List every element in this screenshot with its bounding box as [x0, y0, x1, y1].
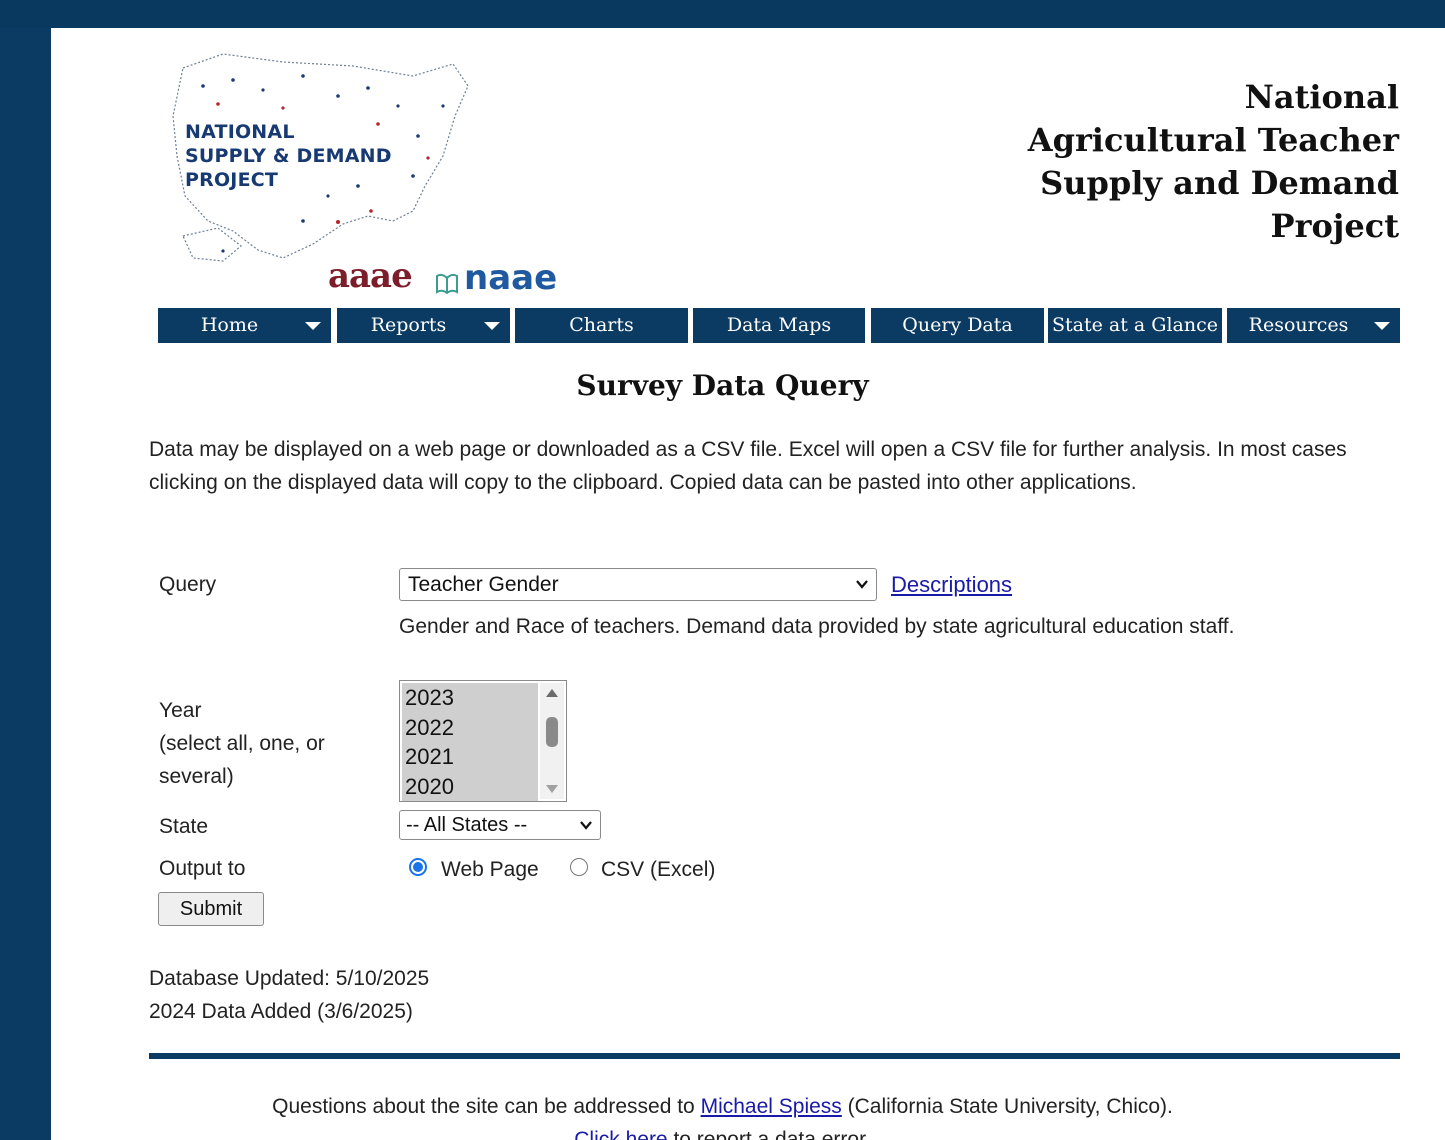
query-description: Gender and Race of teachers. Demand data…: [399, 615, 1235, 638]
site-title-line-4: Project: [1270, 207, 1399, 245]
chevron-down-icon: [305, 322, 321, 330]
submit-button[interactable]: Submit: [158, 892, 264, 926]
year-label: Year (select all, one, or several): [159, 694, 379, 793]
year-label-text: Year: [159, 699, 202, 722]
logo-line-3: PROJECT: [185, 169, 279, 191]
year-option[interactable]: 2023: [402, 683, 538, 713]
year-option[interactable]: 2020: [402, 771, 538, 801]
output-csv-radio[interactable]: [570, 858, 588, 876]
contact-link[interactable]: Michael Spiess: [701, 1095, 842, 1118]
page-container: NATIONAL SUPPLY & DEMAND PROJECT aaae na…: [51, 28, 1445, 1140]
report-suffix: to report a data error.: [667, 1128, 871, 1140]
chevron-down-icon: [580, 821, 592, 830]
footer-contact-line: Questions about the site can be addresse…: [51, 1090, 1445, 1123]
logo-line-1: NATIONAL: [185, 121, 295, 143]
query-select-value: Teacher Gender: [408, 573, 559, 596]
nav-item-state-at-a-glance[interactable]: State at a Glance: [1048, 308, 1222, 343]
page-title: Survey Data Query: [576, 369, 869, 402]
query-select[interactable]: Teacher Gender: [399, 568, 877, 601]
logo-line-2: SUPPLY & DEMAND: [185, 145, 392, 167]
database-updated: Database Updated: 5/10/2025: [149, 967, 430, 990]
footer-prefix: Questions about the site can be addresse…: [272, 1095, 701, 1118]
footer-divider: [149, 1053, 1400, 1059]
nav-item-charts[interactable]: Charts: [515, 308, 688, 343]
nav-item-home[interactable]: Home: [158, 308, 331, 343]
scroll-thumb[interactable]: [546, 717, 558, 747]
state-label: State: [159, 815, 209, 838]
nav-label: Resources: [1248, 314, 1349, 336]
nav-label: Data Maps: [726, 314, 832, 336]
top-banner: [0, 0, 1445, 28]
nav-label: Charts: [569, 314, 634, 336]
state-select[interactable]: -- All States --: [399, 810, 601, 840]
scroll-up-icon[interactable]: [546, 689, 558, 697]
year-options: 2023 2022 2021 2020: [402, 683, 538, 801]
chevron-down-icon: [856, 580, 868, 589]
site-title-line-3: Supply and Demand: [1040, 164, 1399, 202]
nav-item-query-data[interactable]: Query Data: [871, 308, 1044, 343]
descriptions-link[interactable]: Descriptions: [891, 568, 1012, 601]
nav-label: Reports: [370, 314, 447, 336]
aaae-logo: aaae: [328, 256, 413, 296]
site-title: National Agricultural Teacher Supply and…: [999, 76, 1399, 248]
state-select-value: -- All States --: [406, 814, 528, 836]
site-title-line-2: Agricultural Teacher: [1027, 121, 1399, 159]
output-label: Output to: [159, 857, 246, 880]
footer-report-line: Click here to report a data error.: [51, 1123, 1445, 1140]
data-added: 2024 Data Added (3/6/2025): [149, 1000, 413, 1023]
output-web-page-label[interactable]: Web Page: [441, 853, 539, 886]
site-title-line-1: National: [1244, 78, 1399, 116]
chevron-down-icon: [1374, 322, 1390, 330]
nav-item-reports[interactable]: Reports: [337, 308, 510, 343]
main-nav: Home Reports Charts Data Maps Query Data…: [158, 308, 1400, 343]
report-error-link[interactable]: Click here: [574, 1128, 667, 1140]
footer: Questions about the site can be addresse…: [51, 1090, 1445, 1140]
nav-label: State at a Glance: [1052, 314, 1218, 336]
logo-wordmark: NATIONAL SUPPLY & DEMAND PROJECT: [185, 120, 392, 192]
nav-item-data-maps[interactable]: Data Maps: [693, 308, 865, 343]
year-option[interactable]: 2021: [402, 742, 538, 772]
naae-book-icon: [436, 273, 458, 295]
year-option[interactable]: 2022: [402, 712, 538, 742]
year-listbox[interactable]: 2023 2022 2021 2020: [399, 680, 567, 802]
output-csv-label[interactable]: CSV (Excel): [601, 853, 715, 886]
year-hint: (select all, one, or several): [159, 732, 325, 788]
listbox-scrollbar[interactable]: [540, 683, 564, 799]
footer-suffix: (California State University, Chico).: [841, 1095, 1173, 1118]
nav-label: Query Data: [902, 314, 1013, 336]
output-web-page-radio[interactable]: [409, 858, 427, 876]
query-label: Query: [159, 573, 217, 596]
chevron-down-icon: [484, 322, 500, 330]
intro-text: Data may be displayed on a web page or d…: [149, 438, 1347, 494]
nav-label: Home: [200, 314, 259, 336]
scroll-down-icon[interactable]: [546, 785, 558, 793]
site-logo[interactable]: NATIONAL SUPPLY & DEMAND PROJECT aaae na…: [163, 46, 583, 316]
nav-item-resources[interactable]: Resources: [1227, 308, 1400, 343]
database-info: Database Updated: 5/10/2025 2024 Data Ad…: [149, 962, 429, 1028]
naae-logo: naae: [464, 258, 558, 298]
